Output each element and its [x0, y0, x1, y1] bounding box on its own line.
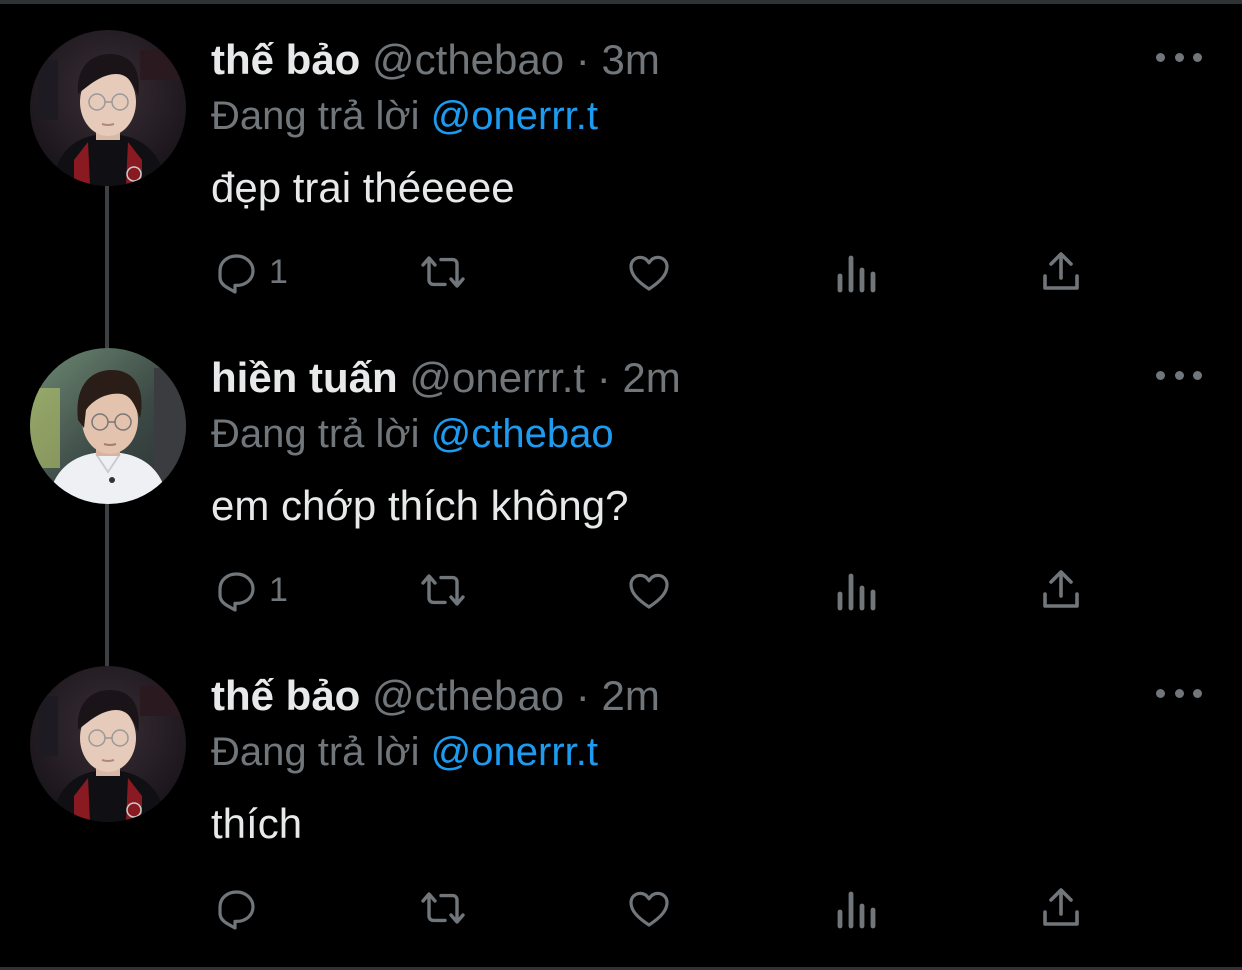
tweet-header: thế bảo @cthebao · 3m — [211, 30, 660, 90]
tweet-actions — [0, 880, 1242, 936]
replying-to-line: Đang trả lời @onerrr.t — [211, 724, 598, 780]
replying-prefix: Đang trả lời — [211, 94, 420, 138]
avatar[interactable] — [30, 348, 186, 504]
share-icon — [1043, 252, 1079, 290]
tweet-actions: 1 — [0, 244, 1242, 300]
like-button[interactable] — [624, 244, 674, 300]
separator-dot: · — [575, 36, 590, 83]
more-options-icon[interactable] — [1156, 360, 1202, 390]
tweet[interactable]: thế bảo @cthebao · 2m Đang trả lời @oner… — [0, 636, 1242, 954]
author-handle[interactable]: @cthebao — [372, 672, 564, 719]
author-handle[interactable]: @onerrr.t — [409, 354, 585, 401]
views-button[interactable] — [834, 244, 878, 300]
retweet-button[interactable] — [414, 562, 472, 618]
tweet-text: thích — [211, 800, 303, 847]
share-button[interactable] — [1039, 562, 1083, 618]
views-icon — [837, 255, 876, 293]
like-icon — [629, 255, 669, 291]
retweet-button[interactable] — [414, 244, 472, 300]
timestamp[interactable]: 2m — [622, 354, 680, 401]
tweet[interactable]: hiền tuấn @onerrr.t · 2m Đang trả lời @c… — [0, 318, 1242, 636]
more-options-icon[interactable] — [1156, 42, 1202, 72]
tweet-thread-screen: thế bảo @cthebao · 3m Đang trả lời @oner… — [0, 0, 1242, 970]
reply-button[interactable] — [213, 880, 269, 936]
like-icon — [629, 573, 669, 609]
retweet-button[interactable] — [414, 880, 472, 936]
avatar[interactable] — [30, 666, 186, 822]
share-icon — [1043, 888, 1079, 926]
tweet-text: em chớp thích không? — [211, 482, 629, 529]
views-button[interactable] — [834, 562, 878, 618]
views-button[interactable] — [834, 880, 878, 936]
reply-button[interactable]: 1 — [213, 562, 288, 618]
retweet-icon — [421, 892, 465, 924]
reply-icon — [218, 254, 255, 294]
replying-prefix: Đang trả lời — [211, 412, 420, 456]
reply-count: 1 — [269, 253, 288, 291]
timestamp[interactable]: 2m — [601, 672, 659, 719]
like-button[interactable] — [624, 880, 674, 936]
author-name[interactable]: thế bảo — [211, 672, 360, 719]
like-icon — [629, 891, 669, 927]
reply-icon — [218, 572, 255, 612]
separator-dot: · — [596, 354, 611, 401]
replying-to-line: Đang trả lời @cthebao — [211, 406, 614, 462]
reply-count: 1 — [269, 571, 288, 609]
replying-mention[interactable]: @cthebao — [431, 412, 614, 456]
author-name[interactable]: hiền tuấn — [211, 354, 398, 401]
replying-to-line: Đang trả lời @onerrr.t — [211, 88, 598, 144]
tweet[interactable]: thế bảo @cthebao · 3m Đang trả lời @oner… — [0, 0, 1242, 318]
retweet-icon — [421, 574, 465, 606]
tweet-header: thế bảo @cthebao · 2m — [211, 666, 660, 726]
share-icon — [1043, 570, 1079, 608]
share-button[interactable] — [1039, 244, 1083, 300]
timestamp[interactable]: 3m — [601, 36, 659, 83]
tweet-actions: 1 — [0, 562, 1242, 618]
replying-mention[interactable]: @onerrr.t — [431, 730, 598, 774]
author-handle[interactable]: @cthebao — [372, 36, 564, 83]
author-name[interactable]: thế bảo — [211, 36, 360, 83]
retweet-icon — [421, 256, 465, 288]
tweet-header: hiền tuấn @onerrr.t · 2m — [211, 348, 681, 408]
like-button[interactable] — [624, 562, 674, 618]
reply-button[interactable]: 1 — [213, 244, 288, 300]
reply-icon — [218, 890, 255, 930]
replying-prefix: Đang trả lời — [211, 730, 420, 774]
more-options-icon[interactable] — [1156, 678, 1202, 708]
share-button[interactable] — [1039, 880, 1083, 936]
separator-dot: · — [575, 672, 590, 719]
tweet-text: đẹp trai théeeee — [211, 164, 515, 211]
replying-mention[interactable]: @onerrr.t — [431, 94, 598, 138]
views-icon — [837, 891, 876, 929]
avatar[interactable] — [30, 30, 186, 186]
views-icon — [837, 573, 876, 611]
